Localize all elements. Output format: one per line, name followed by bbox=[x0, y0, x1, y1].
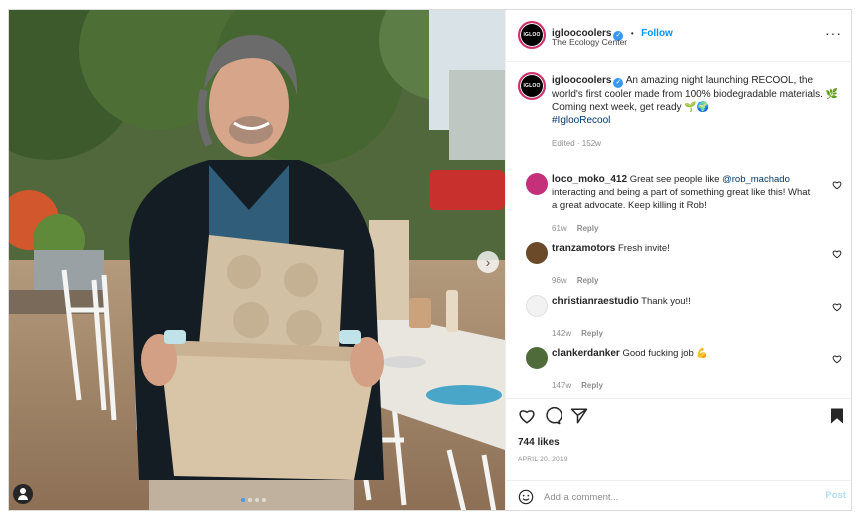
comment-like-icon[interactable] bbox=[832, 302, 842, 312]
reply-button[interactable]: Reply bbox=[577, 224, 599, 233]
account-avatar[interactable]: IGLOO bbox=[518, 21, 546, 49]
comment-age: 61w bbox=[552, 224, 567, 233]
comment-meta: 142w Reply bbox=[552, 329, 603, 338]
caption-edited: Edited · 152w bbox=[552, 139, 601, 148]
reply-button[interactable]: Reply bbox=[577, 276, 599, 285]
commenter-avatar[interactable] bbox=[526, 173, 548, 195]
comment-like-icon[interactable] bbox=[832, 354, 842, 364]
post-action-bar bbox=[506, 398, 851, 428]
comment-age: 142w bbox=[552, 329, 572, 338]
post-date: APRIL 20, 2019 bbox=[518, 456, 568, 463]
caption-username[interactable]: igloocoolers bbox=[552, 75, 611, 86]
comment-username[interactable]: loco_moko_412 bbox=[552, 174, 627, 185]
reply-button[interactable]: Reply bbox=[581, 381, 603, 390]
comment-text: tranzamotors Fresh invite! bbox=[552, 242, 814, 255]
photo-illustration bbox=[9, 10, 505, 510]
user-tag-icon[interactable] bbox=[13, 484, 33, 504]
comment-text: christianraestudio Thank you!! bbox=[552, 295, 814, 308]
comment-meta: 147w Reply bbox=[552, 381, 603, 390]
comment-body-start: Great see people like bbox=[629, 174, 723, 185]
caption-hashtag[interactable]: #IglooRecool bbox=[552, 115, 610, 126]
likes-count[interactable]: 744 likes bbox=[518, 437, 560, 448]
post-comment-button[interactable]: Post bbox=[825, 490, 846, 501]
comment-like-icon[interactable] bbox=[832, 249, 842, 259]
chevron-right-icon[interactable]: › bbox=[477, 251, 499, 273]
comment-text: loco_moko_412 Great see people like @rob… bbox=[552, 173, 814, 212]
comment-item: tranzamotors Fresh invite! 96w Reply bbox=[518, 241, 844, 285]
post-photo[interactable]: › bbox=[9, 10, 505, 510]
heart-icon[interactable] bbox=[518, 407, 536, 425]
verified-badge-icon: ✓ bbox=[613, 78, 624, 88]
carousel-dot-active bbox=[241, 498, 245, 502]
comment-input[interactable] bbox=[544, 490, 804, 504]
bookmark-icon[interactable] bbox=[828, 407, 846, 425]
comment-username[interactable]: tranzamotors bbox=[552, 243, 615, 254]
carousel-dot bbox=[262, 498, 266, 502]
comment-text: clankerdanker Good fucking job 💪 bbox=[552, 347, 814, 360]
comment-mention[interactable]: @rob_machado bbox=[722, 174, 790, 185]
comment-item: loco_moko_412 Great see people like @rob… bbox=[518, 172, 844, 233]
comment-body-start: Good fucking job 💪 bbox=[622, 348, 709, 359]
post-modal: › IGLOO igloocoolers ✓ • Follow The Ecolo… bbox=[8, 9, 852, 511]
post-side-panel: IGLOO igloocoolers ✓ • Follow The Ecology… bbox=[505, 10, 851, 510]
add-comment-bar: Post bbox=[506, 480, 851, 510]
post-location[interactable]: The Ecology Center bbox=[552, 37, 627, 47]
avatar-logo-text: IGLOO bbox=[523, 32, 541, 38]
header-separator: • bbox=[630, 29, 634, 38]
more-horizontal-icon[interactable]: ··· bbox=[825, 25, 842, 41]
comment-body-start: Thank you!! bbox=[641, 296, 691, 307]
reply-button[interactable]: Reply bbox=[581, 329, 603, 338]
smiley-icon[interactable] bbox=[518, 489, 534, 505]
send-icon[interactable] bbox=[570, 407, 588, 425]
caption-avatar[interactable]: IGLOO bbox=[518, 72, 546, 100]
carousel-dot bbox=[248, 498, 252, 502]
comment-username[interactable]: christianraestudio bbox=[552, 296, 639, 307]
comment-username[interactable]: clankerdanker bbox=[552, 348, 620, 359]
comment-like-icon[interactable] bbox=[832, 180, 842, 190]
comment-item: clankerdanker Good fucking job 💪 147w Rep… bbox=[518, 346, 844, 390]
comment-age: 96w bbox=[552, 276, 567, 285]
avatar-logo-text: IGLOO bbox=[523, 83, 541, 89]
commenter-avatar[interactable] bbox=[526, 242, 548, 264]
comment-item: christianraestudio Thank you!! 142w Reply bbox=[518, 294, 844, 338]
comment-body-end: interacting and being a part of somethin… bbox=[552, 187, 811, 211]
comment-icon[interactable] bbox=[544, 407, 562, 425]
commenter-avatar[interactable] bbox=[526, 347, 548, 369]
follow-button[interactable]: Follow bbox=[641, 28, 673, 39]
carousel-indicator bbox=[241, 498, 266, 502]
caption-text: igloocoolers ✓ An amazing night launching… bbox=[552, 74, 844, 150]
comment-body-start: Fresh invite! bbox=[618, 243, 670, 254]
comment-age: 147w bbox=[552, 381, 572, 390]
comment-meta: 61w Reply bbox=[552, 224, 598, 233]
commenter-avatar[interactable] bbox=[526, 295, 548, 317]
carousel-dot bbox=[255, 498, 259, 502]
comment-meta: 96w Reply bbox=[552, 276, 598, 285]
post-header: IGLOO igloocoolers ✓ • Follow The Ecology… bbox=[506, 10, 851, 62]
